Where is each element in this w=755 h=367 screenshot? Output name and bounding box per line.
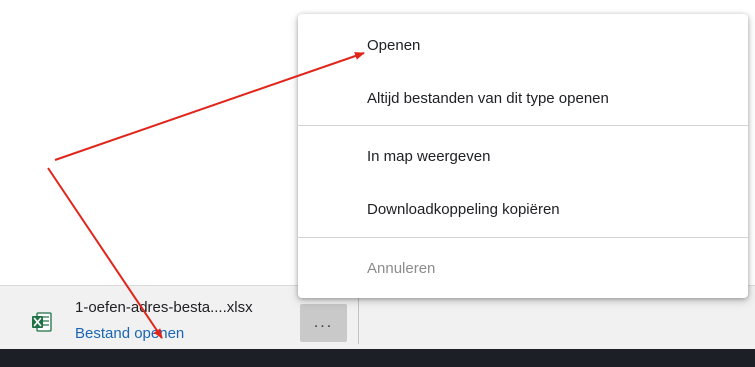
menu-item-always-open[interactable]: Altijd bestanden van dit type openen [298,80,748,118]
download-more-button[interactable]: ... [300,304,347,342]
download-bar-divider [358,291,359,344]
taskbar [0,349,755,367]
download-file-name: 1-oefen-adres-besta....xlsx [75,299,253,316]
menu-item-cancel[interactable]: Annuleren [298,250,748,288]
download-context-menu: Openen Altijd bestanden van dit type ope… [298,14,748,298]
menu-item-copy-link[interactable]: Downloadkoppeling kopiëren [298,191,748,229]
excel-file-icon [31,311,53,333]
menu-separator [298,125,748,126]
menu-separator [298,237,748,238]
open-file-link[interactable]: Bestand openen [75,325,184,342]
menu-item-open[interactable]: Openen [298,27,748,65]
more-horizontal-icon: ... [313,314,334,331]
menu-item-show-in-folder[interactable]: In map weergeven [298,138,748,176]
